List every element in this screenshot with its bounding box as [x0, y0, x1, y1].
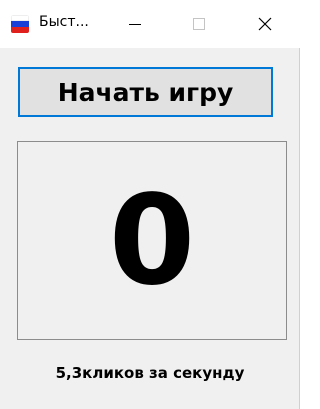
russian-flag-icon [11, 15, 29, 33]
score-display: 0 [17, 141, 287, 340]
clicks-per-second-label: 5,3кликов за секунду [55, 364, 245, 382]
app-window: Быст... Начать игру 0 5,3кликов за секун… [0, 0, 300, 409]
maximize-icon [193, 18, 205, 30]
title-bar[interactable]: Быст... [0, 0, 300, 48]
score-value: 0 [108, 168, 196, 313]
maximize-button[interactable] [176, 0, 222, 48]
close-button[interactable] [242, 0, 288, 48]
window-title: Быст... [39, 14, 89, 30]
start-game-button[interactable]: Начать игру [18, 67, 273, 117]
minimize-icon [129, 24, 141, 25]
minimize-button[interactable] [112, 0, 158, 48]
close-icon [258, 17, 272, 31]
